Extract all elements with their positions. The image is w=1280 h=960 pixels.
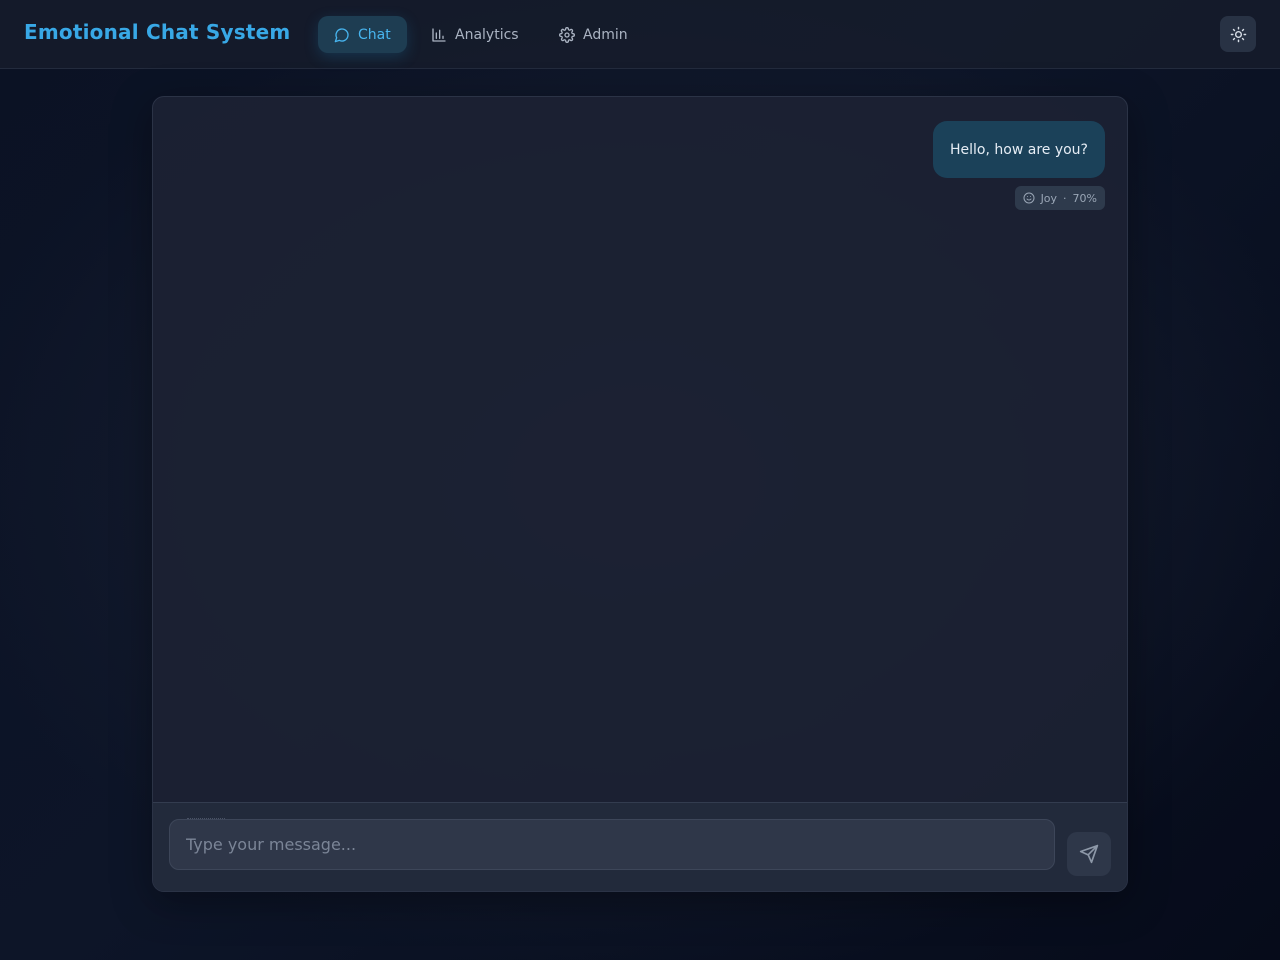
- theme-toggle-button[interactable]: [1220, 16, 1256, 52]
- message-input[interactable]: [169, 819, 1055, 870]
- app-header: Emotional Chat System Chat Analytics Adm…: [0, 0, 1280, 69]
- emotion-badge: Joy · 70%: [1014, 186, 1105, 210]
- separator-dot: ·: [1063, 191, 1067, 205]
- app-title: Emotional Chat System: [24, 20, 291, 44]
- nav-item-label: Chat: [358, 26, 391, 43]
- send-button[interactable]: [1067, 832, 1111, 876]
- user-message-bubble: Hello, how are you?: [933, 121, 1105, 178]
- emotion-confidence: 70%: [1072, 191, 1097, 205]
- send-icon: [1079, 844, 1099, 864]
- nav-item-analytics[interactable]: Analytics: [431, 16, 519, 53]
- nav-item-chat[interactable]: Chat: [318, 16, 407, 53]
- nav-item-label: Analytics: [455, 26, 519, 43]
- emotion-label: Joy: [1040, 191, 1058, 205]
- sun-icon: [1230, 26, 1246, 42]
- gear-icon: [559, 26, 575, 43]
- composer: [153, 802, 1127, 891]
- smile-icon: [1023, 192, 1035, 204]
- chat-panel: Hello, how are you? Joy · 70%: [152, 96, 1128, 892]
- nav-item-admin[interactable]: Admin: [559, 16, 628, 53]
- message-list[interactable]: Hello, how are you? Joy · 70%: [153, 97, 1127, 802]
- nav-item-label: Admin: [583, 26, 628, 43]
- message-circle-icon: [334, 27, 349, 42]
- typing-indicator: [187, 818, 225, 820]
- message-text: Hello, how are you?: [950, 141, 1088, 158]
- bar-chart-icon: [432, 27, 446, 42]
